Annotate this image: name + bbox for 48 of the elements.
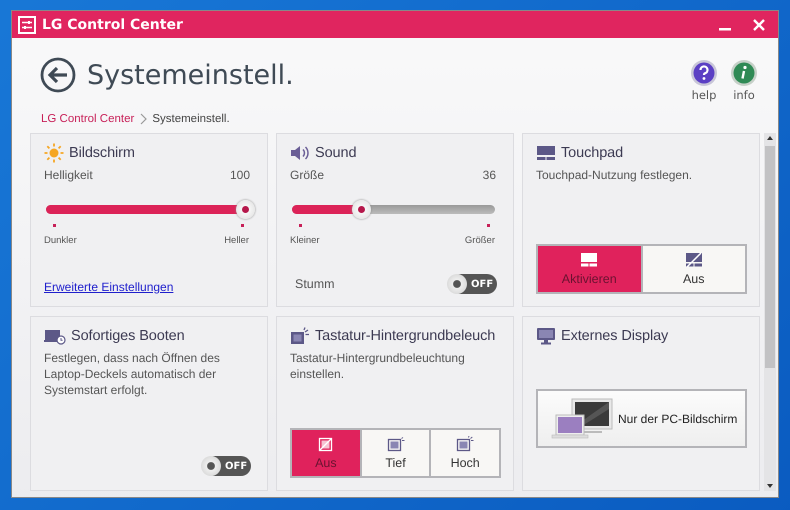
backlight-off-icon	[318, 436, 334, 452]
option-button[interactable]: Aus	[642, 246, 745, 292]
action-label[interactable]: info	[733, 88, 755, 102]
option-button[interactable]: Hoch	[431, 430, 500, 476]
action-label[interactable]: help	[692, 88, 716, 102]
sun-icon	[44, 143, 64, 163]
card-description: Tastatur-Hintergrundbeleuchtung einstellen.	[290, 350, 466, 382]
info-icon	[730, 58, 758, 86]
max-label: Größer	[464, 235, 495, 246]
page-title: Systemeinstell.	[87, 60, 294, 90]
card-title: Externes Display	[561, 328, 668, 344]
card-title: Bildschirm	[69, 145, 135, 161]
setting-value: 36	[482, 168, 496, 182]
card-title: Touchpad	[561, 145, 624, 161]
min-label: Dunkler	[44, 235, 77, 246]
display-mode-button[interactable]: Nur der PC-Bildschirm	[536, 389, 747, 448]
backlight-icon	[386, 436, 404, 452]
breadcrumb-item[interactable]: LG Control Center	[41, 113, 134, 125]
setting-label: Größe	[290, 168, 324, 182]
setting-value: 100	[230, 168, 250, 182]
close-icon[interactable]	[752, 18, 766, 32]
card-title: Sofortiges Booten	[71, 328, 185, 344]
breadcrumb-item: Systemeinstell.	[152, 113, 230, 125]
touchpad-icon	[580, 252, 598, 268]
app-icon	[18, 16, 36, 34]
help-icon	[690, 58, 718, 86]
touchpad-icon	[536, 145, 556, 161]
backlight-icon	[456, 436, 474, 452]
scrollbar[interactable]	[764, 133, 776, 491]
monitor-icon	[536, 327, 556, 345]
max-label: Heller	[224, 235, 249, 246]
setting-label: Helligkeit	[44, 168, 93, 182]
card-description: Festlegen, dass nach Öffnen des Laptop-Deckels automatisch der Systemstart erfolgt.	[44, 350, 221, 398]
slider[interactable]	[46, 199, 252, 220]
card-description: Touchpad-Nutzung festlegen.	[536, 167, 694, 183]
laptop-clock-icon	[44, 327, 66, 345]
touchpad-off-icon	[684, 252, 703, 268]
toggle-label: Stumm	[295, 277, 335, 291]
settings-link[interactable]: Erweiterte Einstellungen	[44, 280, 174, 294]
keyboard-light-icon	[290, 327, 310, 345]
card-title: Sound	[315, 145, 356, 161]
back-icon[interactable]	[40, 57, 76, 93]
option-button[interactable]: Tief	[362, 430, 430, 476]
card-title: Tastatur-Hintergrundbeleuch	[315, 328, 496, 344]
window-title: LG Control Center	[42, 16, 183, 32]
min-label: Kleiner	[290, 235, 320, 246]
speaker-icon	[290, 145, 310, 161]
chevron-icon	[139, 113, 148, 125]
